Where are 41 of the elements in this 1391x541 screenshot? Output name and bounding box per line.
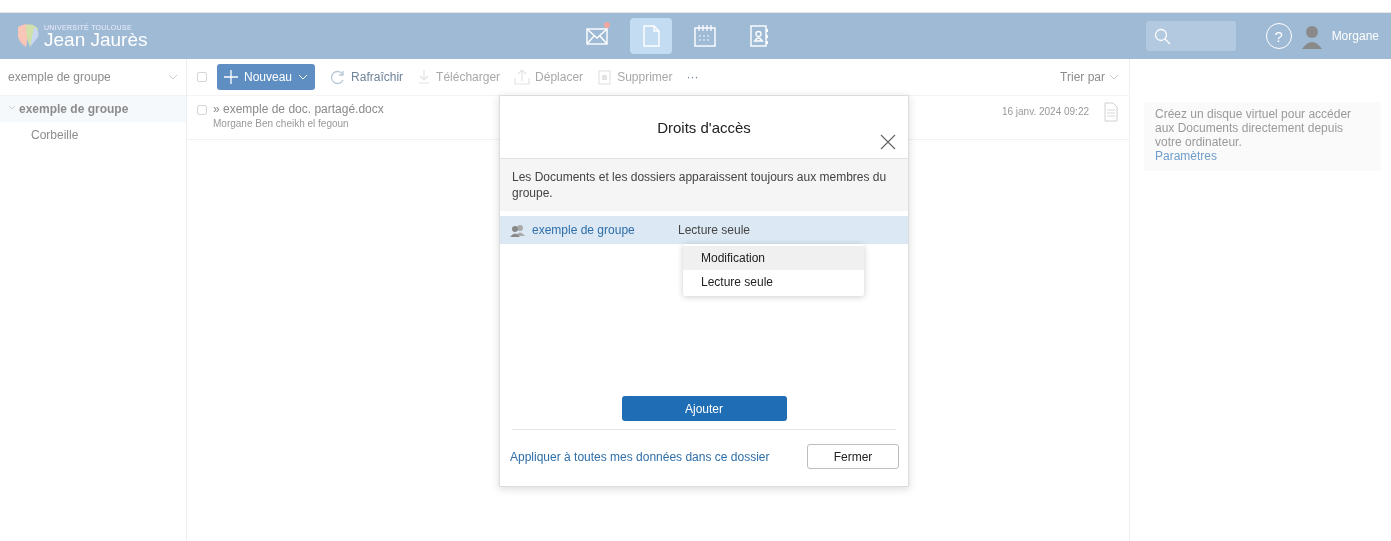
file-icon [1103, 102, 1119, 122]
file-owner: Morgane Ben cheikh el fegoun [213, 118, 350, 129]
logo-icon [16, 23, 40, 49]
settings-link[interactable]: Paramètres [1155, 149, 1371, 163]
info-text: Créez un disque virtuel pour accéder aux Documents directement depuis votre ordinateur. [1155, 107, 1353, 149]
chevron-down-icon [168, 74, 178, 80]
dialog-title: Droits d'accès [657, 118, 751, 136]
logo-title: Jean Jaurès [44, 30, 148, 49]
plus-icon [224, 70, 238, 84]
menu-option[interactable]: Lecture seule [683, 270, 864, 294]
refresh-icon [329, 69, 347, 85]
checkbox[interactable] [197, 72, 207, 82]
refresh-button[interactable]: Rafraîchir [329, 69, 404, 85]
app-tab[interactable] [630, 18, 672, 54]
new-button[interactable]: Nouveau [217, 64, 316, 90]
calendar-icon [692, 23, 718, 49]
checkbox[interactable] [197, 105, 207, 115]
more-button[interactable]: ··· [686, 70, 699, 84]
search-icon [1153, 27, 1171, 45]
member-row[interactable]: exemple de groupe Lecture seule [500, 216, 908, 244]
close-button[interactable]: Fermer [807, 444, 899, 469]
download-icon [417, 69, 432, 85]
apply-link[interactable]: Appliquer à toutes mes données dans ce dossier [510, 449, 770, 464]
folder-item[interactable]: Corbeille [0, 122, 186, 148]
group-icon [510, 223, 526, 237]
search-field[interactable] [1145, 21, 1236, 51]
add-button[interactable]: Ajouter [621, 396, 787, 421]
sort-dropdown[interactable]: Trier par [1060, 70, 1119, 84]
group-select[interactable]: exemple de groupe [8, 70, 111, 84]
upload-icon [514, 69, 531, 85]
trash-icon [597, 69, 613, 85]
file-date: 16 janv. 2024 09:22 [1001, 106, 1089, 119]
menu-option[interactable]: Modification [683, 246, 864, 270]
file-name[interactable]: » exemple de doc. partagé.docx [213, 102, 384, 116]
avatar-icon [1299, 23, 1324, 49]
notice-text: Les Documents et les dossiers apparaissent toujours aux membres du groupe. [512, 170, 887, 200]
chevron-down-icon [298, 74, 309, 80]
chevron-down-icon [1109, 74, 1119, 80]
folder-item[interactable]: exemple de groupe [0, 96, 186, 122]
user-name[interactable]: Morgane [1331, 29, 1379, 43]
close-icon[interactable] [880, 134, 896, 150]
